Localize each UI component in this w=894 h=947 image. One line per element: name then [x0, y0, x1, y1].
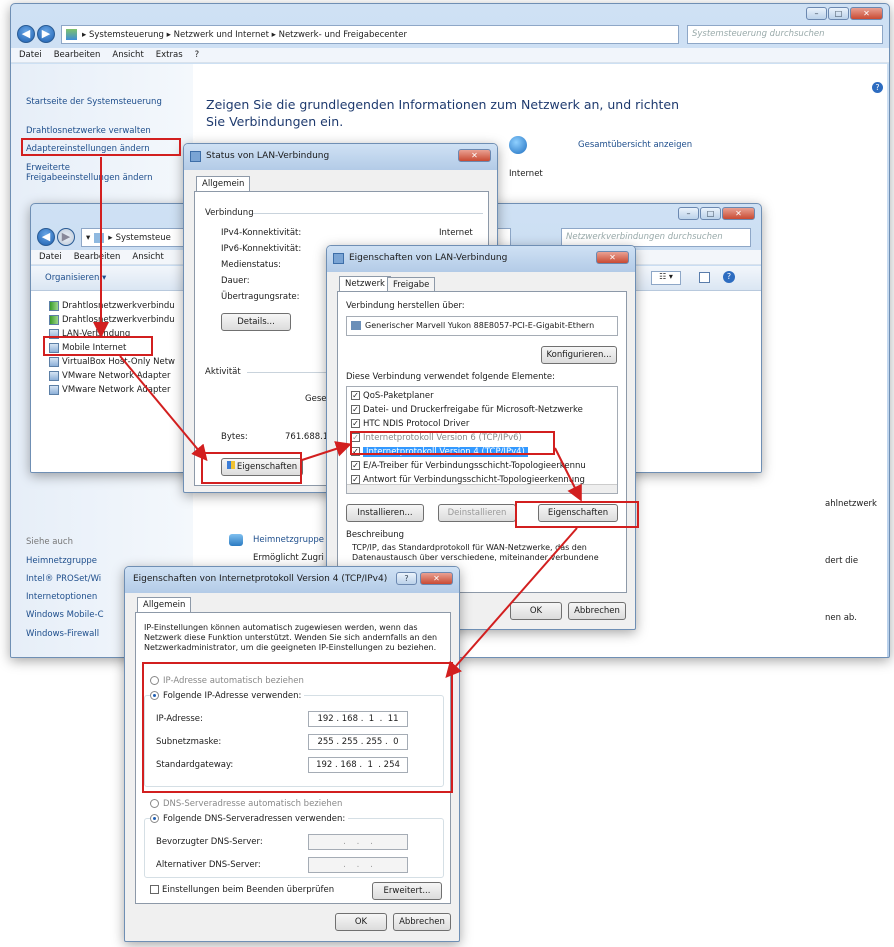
annotation-arrows	[93, 157, 582, 679]
arrow-to-status-properties	[119, 355, 208, 462]
arrow-to-ipv4-item	[301, 441, 352, 461]
arrow-to-properties-button	[554, 447, 582, 502]
arrow-to-ip-settings	[445, 527, 578, 679]
